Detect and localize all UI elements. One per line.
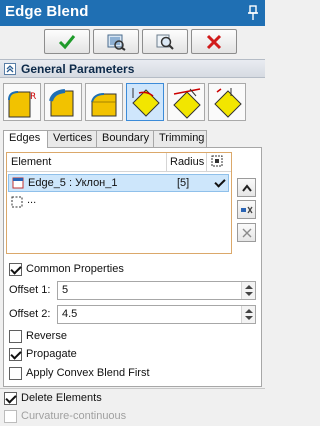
blend-vertex-button[interactable] (208, 83, 246, 121)
blend-chord-icon (49, 89, 74, 117)
ok-button[interactable] (44, 29, 90, 54)
blend-variable-button[interactable] (126, 83, 164, 121)
blend-chamfer-icon (173, 88, 201, 119)
offset1-stepper[interactable] (241, 282, 255, 299)
delete-elements-checkbox[interactable] (4, 392, 17, 405)
common-properties-label: Common Properties (26, 263, 124, 275)
apply-convex-checkbox[interactable] (9, 367, 22, 380)
new-element-placeholder: ... (27, 194, 37, 206)
magnifier-icon (156, 34, 174, 50)
offset2-label: Offset 2: (9, 308, 51, 320)
propagate-checkbox[interactable] (9, 348, 22, 361)
replace-icon (240, 206, 253, 213)
offset2-value: 4.5 (62, 308, 78, 320)
new-element-icon (11, 196, 23, 208)
blend-radius-button[interactable]: R (3, 83, 41, 121)
row-radius: [5] (177, 177, 190, 189)
list-item[interactable]: ... (8, 193, 229, 211)
row-element: Edge_5 : Уклон_1 (28, 177, 118, 189)
pin-icon[interactable] (246, 5, 260, 21)
curvature-continuous-label: Curvature-continuous (21, 410, 127, 422)
zoom-preview-button[interactable] (142, 29, 188, 54)
divider (0, 388, 265, 389)
cancel-button[interactable] (191, 29, 237, 54)
general-parameters-header[interactable]: General Parameters (0, 59, 265, 78)
blend-chamfer-button[interactable] (167, 83, 205, 121)
section-title: General Parameters (21, 62, 135, 76)
spin-down-icon[interactable] (245, 316, 253, 320)
move-up-button[interactable] (237, 178, 256, 197)
offset1-label: Offset 1: (9, 284, 51, 296)
collapse-icon[interactable] (4, 63, 16, 75)
blend-setback-icon (91, 93, 117, 117)
tab-edges[interactable]: Edges (3, 130, 48, 148)
cross-icon (206, 34, 222, 49)
window-title: Edge Blend (5, 3, 89, 20)
table-row[interactable]: Edge_5 : Уклон_1 [5] (8, 174, 229, 192)
apply-convex-label: Apply Convex Blend First (26, 367, 150, 379)
tab-trimming[interactable]: Trimming (153, 130, 207, 147)
blend-chord-button[interactable] (44, 83, 82, 121)
delete-elements-label: Delete Elements (21, 392, 102, 404)
curvature-continuous-checkbox (4, 410, 17, 423)
checkmark-icon (58, 34, 76, 49)
delete-button[interactable] (237, 223, 256, 242)
edge-icon (12, 177, 24, 189)
tab-boundary[interactable]: Boundary (96, 130, 154, 147)
propagate-label: Propagate (26, 348, 77, 360)
blend-variable-icon (132, 88, 160, 117)
offset2-stepper[interactable] (241, 306, 255, 323)
common-properties-checkbox[interactable] (9, 263, 22, 276)
spin-up-icon[interactable] (245, 285, 253, 289)
title-bar: Edge Blend (0, 0, 265, 26)
tab-vertices[interactable]: Vertices (47, 130, 97, 147)
blend-setback-button[interactable] (85, 83, 123, 121)
element-grid[interactable]: Element Radius Edge_5 : Уклон_1 [5] ... (6, 152, 232, 254)
blend-vertex-icon (214, 88, 242, 118)
header-select-icon[interactable] (211, 155, 223, 170)
spin-down-icon[interactable] (245, 292, 253, 296)
preview-icon (107, 34, 126, 51)
replace-button[interactable] (237, 200, 256, 219)
blend-mode-bar: R (0, 80, 265, 126)
header-element: Element (11, 156, 52, 168)
offset1-value: 5 (62, 284, 69, 296)
row-checkbox[interactable] (214, 177, 227, 190)
header-radius: Radius (170, 156, 205, 168)
offset2-field[interactable]: 4.5 (57, 305, 256, 324)
action-toolbar (0, 26, 265, 58)
reverse-label: Reverse (26, 330, 67, 342)
grid-header: Element Radius (7, 153, 231, 172)
offset1-field[interactable]: 5 (57, 281, 256, 300)
preview-button[interactable] (93, 29, 139, 54)
close-icon (242, 228, 251, 237)
chevron-up-icon (241, 183, 252, 192)
blend-radius-icon: R (8, 91, 36, 118)
svg-text:R: R (30, 92, 36, 102)
spin-up-icon[interactable] (245, 309, 253, 313)
reverse-checkbox[interactable] (9, 330, 22, 343)
